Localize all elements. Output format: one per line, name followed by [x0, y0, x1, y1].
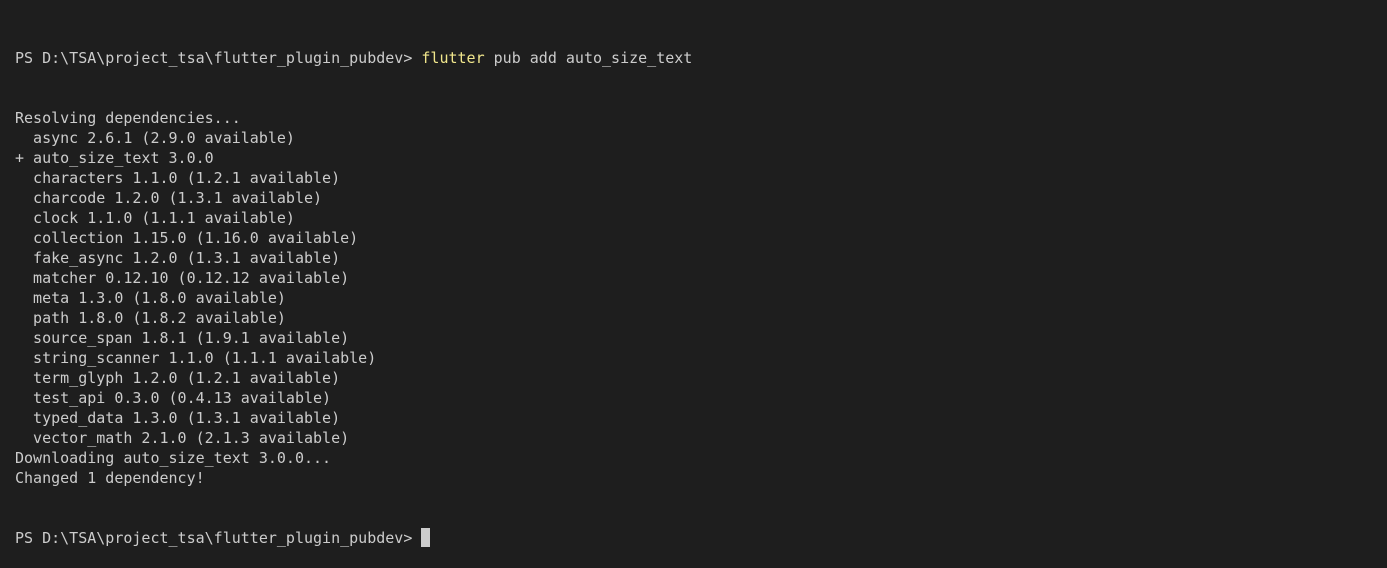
command-program: flutter: [421, 49, 485, 67]
output-lines: Resolving dependencies... async 2.6.1 (2…: [15, 108, 1387, 488]
command-args: pub add auto_size_text: [484, 49, 693, 67]
output-line: source_span 1.8.1 (1.9.1 available): [15, 329, 350, 347]
output-line: string_scanner 1.1.0 (1.1.1 available): [15, 349, 377, 367]
output-line: term_glyph 1.2.0 (1.2.1 available): [15, 369, 341, 387]
output-line: typed_data 1.3.0 (1.3.1 available): [15, 409, 341, 427]
output-line: Resolving dependencies...: [15, 109, 241, 127]
output-line: Changed 1 dependency!: [15, 469, 205, 487]
output-line: fake_async 1.2.0 (1.3.1 available): [15, 249, 341, 267]
output-line: characters 1.1.0 (1.2.1 available): [15, 169, 341, 187]
output-line: collection 1.15.0 (1.16.0 available): [15, 229, 359, 247]
output-line: meta 1.3.0 (1.8.0 available): [15, 289, 286, 307]
output-line: charcode 1.2.0 (1.3.1 available): [15, 189, 323, 207]
output-line: clock 1.1.0 (1.1.1 available): [15, 209, 295, 227]
output-line: matcher 0.12.10 (0.12.12 available): [15, 269, 350, 287]
output-line: path 1.8.0 (1.8.2 available): [15, 309, 286, 327]
output-line: vector_math 2.1.0 (2.1.3 available): [15, 429, 350, 447]
final-prompt: PS D:\TSA\project_tsa\flutter_plugin_pub…: [15, 529, 422, 547]
prompt: PS D:\TSA\project_tsa\flutter_plugin_pub…: [15, 49, 422, 67]
output-line: test_api 0.3.0 (0.4.13 available): [15, 389, 332, 407]
command-line: PS D:\TSA\project_tsa\flutter_plugin_pub…: [15, 48, 1387, 68]
terminal-output[interactable]: PS D:\TSA\project_tsa\flutter_plugin_pub…: [15, 8, 1387, 547]
output-line: async 2.6.1 (2.9.0 available): [15, 129, 295, 147]
text-cursor: [421, 528, 431, 547]
output-line: + auto_size_text 3.0.0: [15, 149, 214, 167]
output-line: Downloading auto_size_text 3.0.0...: [15, 449, 332, 467]
active-prompt-line[interactable]: PS D:\TSA\project_tsa\flutter_plugin_pub…: [15, 528, 1387, 548]
